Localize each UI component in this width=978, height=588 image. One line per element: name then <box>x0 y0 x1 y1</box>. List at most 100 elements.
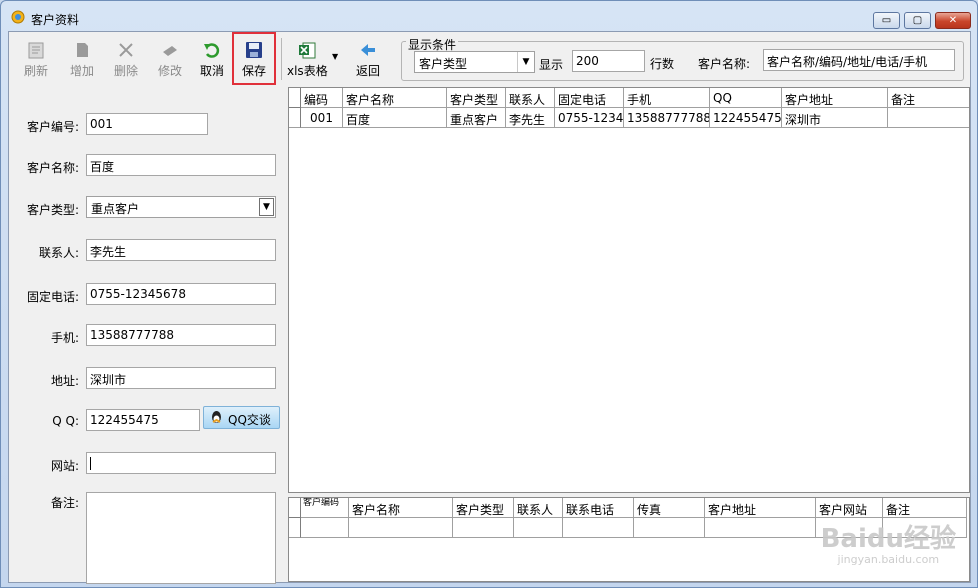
table-cell[interactable] <box>514 518 563 538</box>
code-label: 客户编号: <box>26 120 79 134</box>
xls-dropdown-arrow-icon[interactable]: ▼ <box>332 52 338 61</box>
title-bar: 客户资料 ▭ ▢ ✕ <box>1 1 977 31</box>
col-header[interactable]: 客户类型 <box>447 88 506 108</box>
mobile-label: 手机: <box>50 331 79 345</box>
table-cell[interactable] <box>301 518 349 538</box>
save-icon <box>246 42 262 58</box>
table-cell[interactable] <box>888 108 969 128</box>
contact-input[interactable]: 李先生 <box>86 239 276 261</box>
rows-label: 行数 <box>650 57 675 71</box>
delete-button[interactable]: 删除 <box>105 34 147 82</box>
qq-label: Q Q: <box>52 414 79 428</box>
toolbar: 刷新 增加 删除 修改 取消 保存 xls表格 ▼ 返回 显示条件 客户类型 ▼… <box>9 32 970 86</box>
edit-icon <box>163 46 177 56</box>
contact-label: 联系人: <box>38 246 79 260</box>
mobile-input[interactable]: 13588777788 <box>86 324 276 346</box>
qq-chat-button[interactable]: QQ交谈 <box>203 406 280 429</box>
table-cell[interactable]: 0755-12345678 <box>555 108 624 128</box>
phone-input[interactable]: 0755-12345678 <box>86 283 276 305</box>
add-button[interactable]: 增加 <box>61 34 103 82</box>
col-header[interactable]: 客户类型 <box>453 498 514 518</box>
grid-corner <box>289 88 301 108</box>
modify-label: 修改 <box>157 64 182 78</box>
delete-icon <box>119 43 133 57</box>
row-count-input[interactable]: 200 <box>572 50 645 72</box>
table-cell[interactable]: 001 <box>301 108 343 128</box>
col-header[interactable]: 编码 <box>301 88 343 108</box>
text-cursor <box>90 457 91 470</box>
customer-name-filter-input[interactable]: 客户名称/编码/地址/电话/手机 <box>763 49 955 71</box>
col-header[interactable]: 客户网站 <box>816 498 883 518</box>
col-header[interactable]: 固定电话 <box>555 88 624 108</box>
refresh-label: 刷新 <box>23 64 48 78</box>
table-row[interactable]: 001 百度 重点客户 李先生 0755-12345678 1358877778… <box>289 108 969 128</box>
customer-code-input[interactable]: 001 <box>86 113 208 135</box>
address-input[interactable]: 深圳市 <box>86 367 276 389</box>
minimize-button[interactable]: ▭ <box>873 12 900 29</box>
col-header[interactable]: 手机 <box>624 88 710 108</box>
col-header[interactable]: 客户地址 <box>782 88 888 108</box>
table-cell[interactable]: 李先生 <box>506 108 555 128</box>
customer-name-filter-label: 客户名称: <box>698 57 751 71</box>
type-label: 客户类型: <box>26 203 79 217</box>
qq-chat-label: QQ交谈 <box>228 413 271 427</box>
row-selector[interactable] <box>289 518 301 538</box>
row-selector[interactable] <box>289 108 301 128</box>
contact-grid-header: 客户编码 客户名称 客户类型 联系人 联系电话 传真 客户地址 客户网站 备注 <box>289 498 967 518</box>
client-area: 刷新 增加 删除 修改 取消 保存 xls表格 ▼ 返回 显示条件 客户类型 ▼… <box>8 31 971 584</box>
col-header[interactable]: 联系人 <box>514 498 563 518</box>
table-cell[interactable]: 深圳市 <box>782 108 888 128</box>
customer-type-filter-select[interactable]: 客户类型 ▼ <box>414 51 535 73</box>
toolbar-separator <box>281 38 282 80</box>
customer-name-input[interactable]: 百度 <box>86 154 276 176</box>
qq-penguin-icon <box>212 411 221 423</box>
col-header[interactable]: 客户名称 <box>349 498 453 518</box>
table-cell[interactable] <box>563 518 634 538</box>
col-header[interactable]: 备注 <box>883 498 967 518</box>
watermark: Baidu经验 jingyan.baidu.com <box>821 518 956 566</box>
website-label: 网站: <box>50 459 79 473</box>
col-header[interactable]: 客户地址 <box>705 498 816 518</box>
col-header[interactable]: 联系人 <box>506 88 555 108</box>
table-cell[interactable] <box>705 518 816 538</box>
table-cell[interactable]: 122455475 <box>710 108 782 128</box>
back-arrow-icon <box>361 44 375 56</box>
customer-grid-header: 编码 客户名称 客户类型 联系人 固定电话 手机 QQ 客户地址 备注 <box>289 88 969 108</box>
undo-icon <box>204 43 220 58</box>
close-button[interactable]: ✕ <box>935 12 971 29</box>
table-cell[interactable]: 13588777788 <box>624 108 710 128</box>
col-header[interactable]: 传真 <box>634 498 705 518</box>
maximize-button[interactable]: ▢ <box>904 12 931 29</box>
customer-grid[interactable]: 编码 客户名称 客户类型 联系人 固定电话 手机 QQ 客户地址 备注 001 … <box>288 87 970 493</box>
show-label: 显示 <box>539 58 564 72</box>
table-cell[interactable]: 重点客户 <box>447 108 506 128</box>
refresh-button[interactable]: 刷新 <box>15 34 57 82</box>
xls-label: xls表格 <box>287 64 328 78</box>
table-cell[interactable] <box>634 518 705 538</box>
col-header[interactable]: 客户编码 <box>301 498 349 518</box>
website-input[interactable] <box>86 452 276 474</box>
delete-label: 删除 <box>113 64 138 78</box>
col-header[interactable]: 联系电话 <box>563 498 634 518</box>
back-button[interactable]: 返回 <box>349 34 387 82</box>
note-label: 备注: <box>50 496 79 510</box>
save-button[interactable]: 保存 <box>232 32 276 85</box>
save-label: 保存 <box>241 64 266 78</box>
col-header[interactable]: QQ <box>710 88 782 108</box>
refresh-icon <box>28 42 44 59</box>
customer-type-select[interactable]: 重点客户 ▼ <box>86 196 276 218</box>
cancel-label: 取消 <box>199 64 224 78</box>
address-label: 地址: <box>50 374 79 388</box>
cancel-button[interactable]: 取消 <box>193 34 231 82</box>
watermark-text: Baidu经验 <box>820 524 956 554</box>
customer-type-filter-value: 客户类型 <box>419 57 468 71</box>
note-textarea[interactable] <box>86 492 276 584</box>
qq-input[interactable]: 122455475 <box>86 409 200 431</box>
table-cell[interactable] <box>349 518 453 538</box>
table-cell[interactable]: 百度 <box>343 108 447 128</box>
add-icon <box>77 43 88 57</box>
col-header[interactable]: 客户名称 <box>343 88 447 108</box>
table-cell[interactable] <box>453 518 514 538</box>
col-header[interactable]: 备注 <box>888 88 969 108</box>
modify-button[interactable]: 修改 <box>149 34 191 82</box>
